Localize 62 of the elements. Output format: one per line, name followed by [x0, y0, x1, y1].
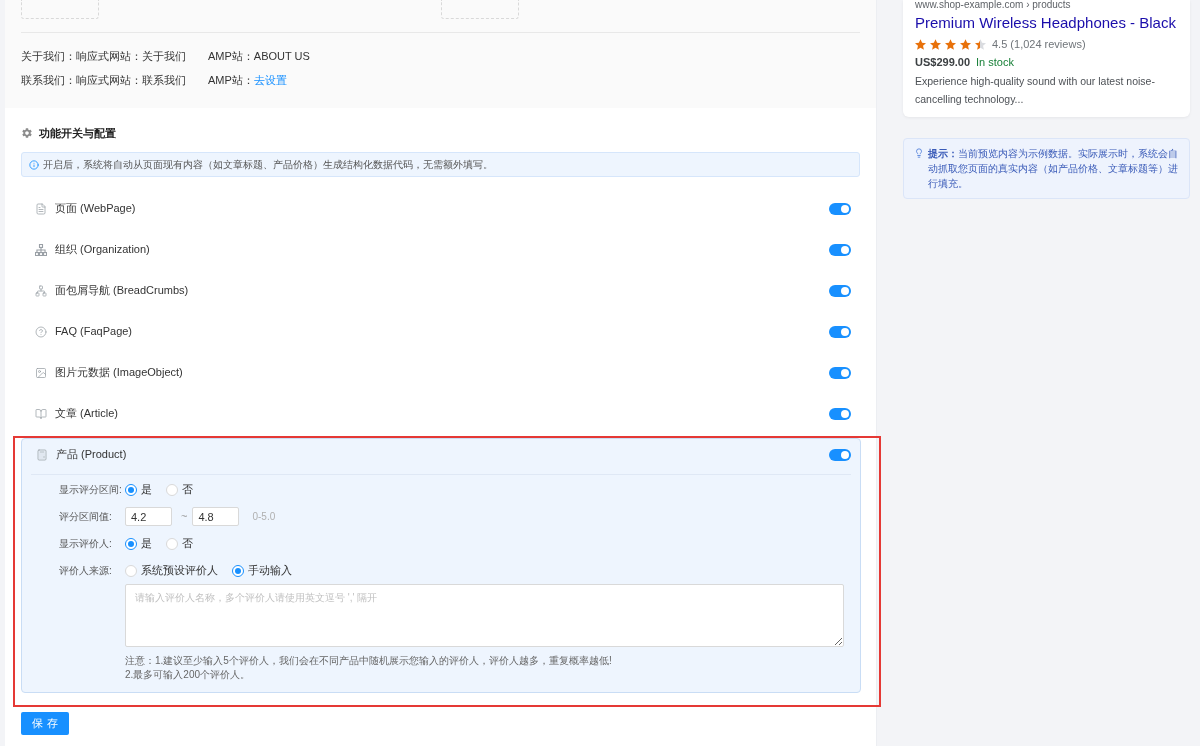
- result-title: Premium Wireless Headphones - Black: [915, 13, 1177, 33]
- field-label: 评分区间值:: [59, 510, 113, 524]
- page-mapping-label: 关于我们：响应式网站：关于我们: [21, 48, 187, 64]
- result-description: Experience high-quality sound with our latest noise-cancelling technology...: [915, 74, 1156, 107]
- toggle-switch[interactable]: [829, 243, 851, 256]
- schema-type-label: 图片元数据 (ImageObject): [55, 365, 183, 381]
- result-url: www.shop-example.com › products: [915, 0, 1072, 10]
- range-separator: ~: [181, 509, 188, 525]
- field-label: 显示评分区间:: [59, 483, 123, 497]
- radio-button[interactable]: [125, 537, 137, 550]
- radio-label[interactable]: 否: [182, 481, 193, 498]
- toggle-switch[interactable]: [829, 448, 851, 461]
- star-icon: [975, 38, 986, 50]
- note-text: 注意：1.建议至少输入5个评价人，我们会在不同产品中随机展示您输入的评价人，评价人越多，重复概率越低!: [125, 654, 613, 668]
- calculator-icon: [36, 448, 48, 461]
- field-label: 评价人来源:: [59, 564, 113, 578]
- toggle-switch[interactable]: [829, 325, 851, 338]
- amp-page-label: AMP站：: [208, 72, 254, 88]
- range-hint: 0-5.0: [252, 510, 276, 524]
- star-icon: [960, 38, 971, 50]
- schema-type-label: 组织 (Organization): [55, 242, 150, 258]
- radio-label[interactable]: 否: [182, 535, 193, 552]
- toggle-switch[interactable]: [829, 284, 851, 297]
- field-label: 显示评价人:: [59, 537, 113, 551]
- radio-button[interactable]: [232, 564, 244, 577]
- star-icon: [945, 38, 956, 50]
- amp-page-value: ABOUT US: [253, 48, 310, 64]
- star-icon: [930, 38, 941, 50]
- price-text: US$299.00: [915, 54, 971, 70]
- settings-icon: [21, 127, 33, 139]
- hierarchy-icon: [35, 284, 47, 297]
- section-title: 功能开关与配置: [39, 125, 116, 141]
- schema-type-label: 产品 (Product): [56, 447, 127, 463]
- schema-type-label: 文章 (Article): [55, 406, 118, 422]
- schema-type-label: FAQ (FaqPage): [55, 324, 133, 340]
- toggle-switch[interactable]: [829, 366, 851, 379]
- schema-type-label: 页面 (WebPage): [55, 201, 136, 217]
- info-text: 开启后，系统将自动从页面现有内容（如文章标题、产品价格）生成结构化数据代码，无需额外填写。: [43, 158, 493, 172]
- radio-label[interactable]: 是: [141, 481, 152, 498]
- page-mapping-label: 联系我们：响应式网站：联系我们: [21, 72, 187, 88]
- radio-label[interactable]: 系统预设评价人: [141, 562, 218, 579]
- toggle-switch[interactable]: [829, 407, 851, 420]
- star-icon: [915, 38, 926, 50]
- lightbulb-icon: [914, 148, 924, 158]
- document-icon: [35, 202, 47, 215]
- rating-value-field[interactable]: 4.2: [125, 507, 172, 526]
- tip-text: 提示：当前预览内容为示例数据。实际展示时，系统会自动抓取您页面的真实内容（如产品价格、文章标题等）进行填充。: [928, 147, 1179, 191]
- radio-button[interactable]: [125, 483, 137, 496]
- note-text: 2.最多可输入200个评价人。: [125, 668, 252, 682]
- info-icon: [29, 159, 39, 170]
- amp-page-label: AMP站：: [208, 48, 254, 64]
- image-icon: [35, 366, 47, 379]
- rating-value-field[interactable]: 4.8: [192, 507, 240, 526]
- radio-label[interactable]: 是: [141, 535, 152, 552]
- rating-text: 4.5 (1,024 reviews): [992, 36, 1086, 52]
- open-book-icon: [35, 407, 47, 420]
- radio-label[interactable]: 手动输入: [248, 562, 292, 579]
- toggle-switch[interactable]: [829, 202, 851, 215]
- org-chart-icon: [35, 243, 47, 256]
- schema-type-label: 面包屑导航 (BreadCrumbs): [55, 283, 189, 299]
- stock-status: In stock: [976, 54, 1014, 70]
- help-circle-icon: [35, 325, 47, 338]
